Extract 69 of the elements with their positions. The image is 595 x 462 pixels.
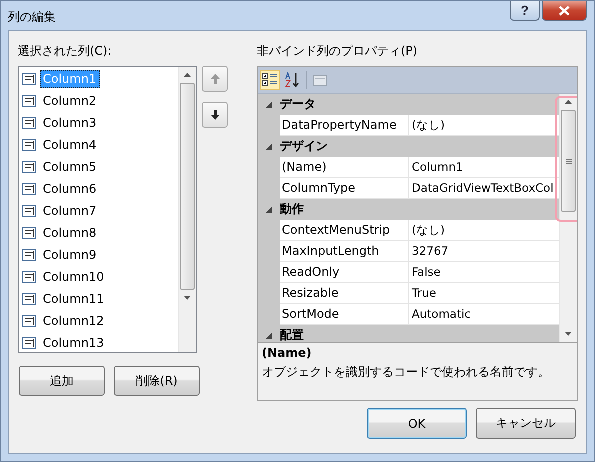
property-value[interactable]: (なし) <box>409 115 559 135</box>
category-label: 配置 <box>280 327 304 342</box>
list-item[interactable]: Column7 <box>40 202 100 220</box>
property-value[interactable]: Automatic <box>409 304 559 324</box>
list-item[interactable]: Column11 <box>40 290 108 308</box>
scrollbar[interactable] <box>178 67 196 352</box>
scroll-up-icon[interactable] <box>184 73 191 77</box>
property-name: DataPropertyName <box>280 115 409 135</box>
list-item[interactable]: Column4 <box>40 136 100 154</box>
close-button[interactable] <box>542 1 587 21</box>
list-item[interactable]: Column3 <box>40 114 100 132</box>
categorized-icon[interactable] <box>260 70 280 90</box>
list-item[interactable]: Column5 <box>40 158 100 176</box>
property-value[interactable]: Column1 <box>409 157 559 177</box>
add-button[interactable]: 追加 <box>19 366 105 396</box>
textbox-icon <box>22 337 36 349</box>
ok-button[interactable]: OK <box>367 408 467 439</box>
property-name: ReadOnly <box>280 262 409 282</box>
cancel-button[interactable]: キャンセル <box>476 408 576 439</box>
list-item[interactable]: Column9 <box>40 246 100 264</box>
scroll-down-icon[interactable] <box>565 332 572 336</box>
property-name: ContextMenuStrip <box>280 220 409 240</box>
property-value[interactable]: False <box>409 262 559 282</box>
property-value[interactable]: (なし) <box>409 220 559 240</box>
close-icon <box>559 6 570 16</box>
grip-icon <box>566 158 572 164</box>
property-value[interactable]: 32767 <box>409 241 559 261</box>
category-label: 動作 <box>280 201 304 218</box>
move-down-button[interactable] <box>202 102 228 128</box>
textbox-icon <box>22 139 36 151</box>
description-text: オブジェクトを識別するコードで使われる名前です。 <box>262 364 550 381</box>
columns-label: 選択された列(C): <box>18 43 112 60</box>
property-value[interactable]: True <box>409 283 559 303</box>
properties-label: 非バインド列のプロパティ(P) <box>257 43 418 60</box>
down-arrow-icon <box>210 110 220 120</box>
list-item[interactable]: Column12 <box>40 312 108 330</box>
property-name: SortMode <box>280 304 409 324</box>
scroll-up-icon[interactable] <box>565 100 572 104</box>
property-name: (Name) <box>280 157 409 177</box>
textbox-icon <box>22 249 36 261</box>
window-title: 列の編集 <box>8 9 56 26</box>
textbox-icon <box>22 73 36 85</box>
scroll-down-icon[interactable] <box>184 296 191 300</box>
textbox-icon <box>22 293 36 305</box>
textbox-icon <box>22 205 36 217</box>
textbox-icon <box>22 183 36 195</box>
help-button[interactable]: ? <box>510 1 540 21</box>
list-item[interactable]: Column10 <box>40 268 108 286</box>
textbox-icon <box>22 315 36 327</box>
textbox-icon <box>22 95 36 107</box>
property-name: MaxInputLength <box>280 241 409 261</box>
move-up-button[interactable] <box>202 66 228 92</box>
list-item[interactable]: Column2 <box>40 92 100 110</box>
list-item[interactable]: Column6 <box>40 180 100 198</box>
textbox-icon <box>22 271 36 283</box>
list-item[interactable]: Column8 <box>40 224 100 242</box>
textbox-icon <box>22 227 36 239</box>
category-label: デザイン <box>280 138 328 155</box>
list-item[interactable]: Column13 <box>40 334 108 352</box>
textbox-icon <box>22 161 36 173</box>
up-arrow-icon <box>210 74 220 84</box>
textbox-icon <box>22 117 36 129</box>
property-value[interactable]: DataGridViewTextBoxCol <box>409 178 559 198</box>
property-name: ColumnType <box>280 178 409 198</box>
category-label: データ <box>280 96 316 113</box>
property-name: Resizable <box>280 283 409 303</box>
remove-button[interactable]: 削除(R) <box>114 366 200 396</box>
description-title: (Name) <box>262 346 312 360</box>
scrollbar[interactable] <box>559 94 577 342</box>
